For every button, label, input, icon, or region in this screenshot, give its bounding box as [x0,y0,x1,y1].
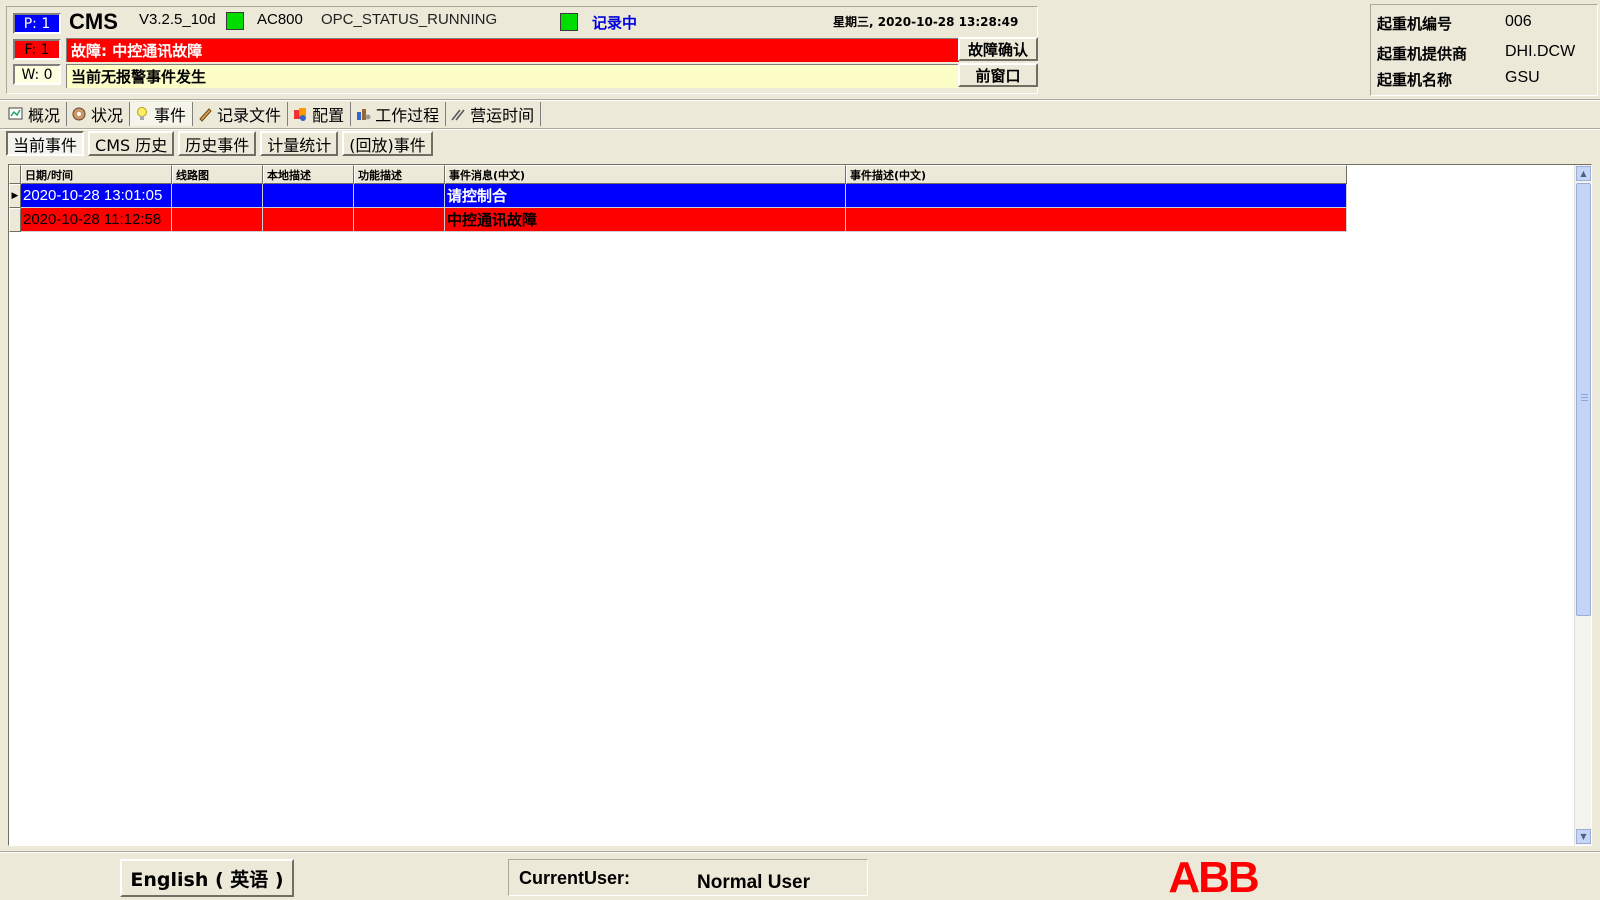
recording-label: 记录中 [592,14,638,32]
warning-message: 当前无报警事件发生 [71,68,207,86]
warning-counter: W: 0 [13,64,61,85]
tab-operating-time[interactable]: 营运时间 [446,102,542,126]
app-name: CMS [69,9,118,34]
scroll-up-icon[interactable]: ▲ [1576,166,1591,181]
column-header-description[interactable]: 事件描述(中文) [846,165,1347,184]
cell-local-desc [263,184,354,208]
crane-supplier-value: DHI.DCW [1505,43,1576,60]
cell-message: 请控制合 [445,184,846,208]
scroll-down-icon[interactable]: ▼ [1576,829,1591,844]
config-icon [292,106,308,122]
current-user-panel: CurrentUser: Normal User [508,859,868,896]
current-user-value: Normal User [697,872,810,893]
vertical-scrollbar[interactable]: ▲ ▼ [1574,165,1591,845]
cell-diagram [172,184,263,208]
status-panel: P: 1 F: 1 W: 0 CMS V3.2.5_10d AC800 OPC_… [6,6,1038,94]
tab-label: 营运时间 [470,106,535,125]
column-header-local-desc[interactable]: 本地描述 [263,165,354,184]
recording-led-icon [560,13,578,31]
opc-status-label: OPC_STATUS_RUNNING [321,11,498,28]
subtab-current-events[interactable]: 当前事件 [6,131,85,156]
work-process-icon [355,106,371,122]
subtab-playback-events[interactable]: (回放)事件 [342,131,433,156]
datetime-label: 星期三, 2020-10-28 13:28:49 [833,15,1019,29]
cell-diagram [172,208,263,232]
cell-local-desc [263,208,354,232]
bulb-icon [134,106,150,122]
overview-icon [8,106,24,122]
tab-status[interactable]: 状况 [67,102,131,126]
main-tab-bar: 概况 状况 事件 记录文件 配置 工作过程 营运时间 [4,102,542,128]
grid-header: 日期/时间 线路图 本地描述 功能描述 事件消息(中文) 事件描述(中文) [9,165,1347,184]
abb-logo: ABB [1158,853,1268,900]
row-indicator [9,208,21,232]
warning-message-bar: 当前无报警事件发生 [66,64,959,88]
crane-number-value: 006 [1505,13,1532,30]
tab-events[interactable]: 事件 [130,102,194,126]
cell-description [846,184,1347,208]
header-divider [0,99,1600,101]
tab-config[interactable]: 配置 [288,102,352,126]
crane-number-row: 起重机编号 006 [1377,13,1532,34]
cell-message: 中控通讯故障 [445,208,846,232]
column-header-func-desc[interactable]: 功能描述 [354,165,445,184]
fault-message-bar: 故障: 中控通讯故障 [66,38,959,62]
status-icon [71,106,87,122]
abb-logo-text: ABB [1168,856,1258,896]
cell-description [846,208,1347,232]
tab-record-files[interactable]: 记录文件 [193,102,289,126]
fault-counter: F: 1 [13,39,61,60]
tab-overview[interactable]: 概况 [4,102,68,126]
cell-datetime: 2020-10-28 11:12:58 [21,208,172,232]
crane-info-panel: 起重机编号 006 起重机提供商 DHI.DCW 起重机名称 GSU [1370,4,1598,96]
crane-supplier-row: 起重机提供商 DHI.DCW [1377,43,1575,64]
tabs-divider [0,128,1600,130]
language-button[interactable]: English ( 英语 ) [120,859,294,897]
header-corner [9,165,21,184]
table-row[interactable]: 2020-10-28 11:12:58 中控通讯故障 [9,208,1347,232]
column-header-diagram[interactable]: 线路图 [172,165,263,184]
row-pointer-icon: ▶ [9,184,21,208]
subtab-cms-history[interactable]: CMS 历史 [88,131,175,156]
tab-label: 状况 [91,106,124,125]
tab-label: 概况 [28,106,61,125]
controller-label: AC800 [257,11,303,28]
cell-func-desc [354,184,445,208]
event-grid[interactable]: 日期/时间 线路图 本地描述 功能描述 事件消息(中文) 事件描述(中文) ▶ … [8,164,1592,846]
subtab-history-events[interactable]: 历史事件 [178,131,257,156]
priority-counter: P: 1 [13,13,61,34]
table-row[interactable]: ▶ 2020-10-28 13:01:05 请控制合 [9,184,1347,208]
tab-label: 记录文件 [217,106,282,125]
tab-label: 工作过程 [375,106,440,125]
cell-datetime: 2020-10-28 13:01:05 [21,184,172,208]
operating-time-icon [450,106,466,122]
front-window-button[interactable]: 前窗口 [958,63,1038,87]
tab-label: 配置 [312,106,345,125]
crane-name-label: 起重机名称 [1377,71,1453,89]
sub-tab-bar: 当前事件 CMS 历史 历史事件 计量统计 (回放)事件 [6,131,433,157]
tab-work-process[interactable]: 工作过程 [351,102,447,126]
current-user-label: CurrentUser: [519,868,631,888]
version-label: V3.2.5_10d [139,11,216,28]
footer-divider [0,851,1600,853]
fault-message: 故障: 中控通讯故障 [71,42,203,60]
subtab-statistics[interactable]: 计量统计 [260,131,339,156]
grip-icon [1581,394,1588,403]
crane-name-row: 起重机名称 GSU [1377,69,1540,90]
connection-led-icon [226,12,244,30]
record-file-icon [197,106,213,122]
column-header-datetime[interactable]: 日期/时间 [21,165,172,184]
crane-name-value: GSU [1505,69,1540,86]
fault-ack-button[interactable]: 故障确认 [958,37,1038,61]
crane-number-label: 起重机编号 [1377,15,1453,33]
cell-func-desc [354,208,445,232]
scrollbar-thumb[interactable] [1576,183,1591,616]
column-header-message[interactable]: 事件消息(中文) [445,165,846,184]
crane-supplier-label: 起重机提供商 [1377,45,1468,63]
tab-label: 事件 [154,106,187,125]
